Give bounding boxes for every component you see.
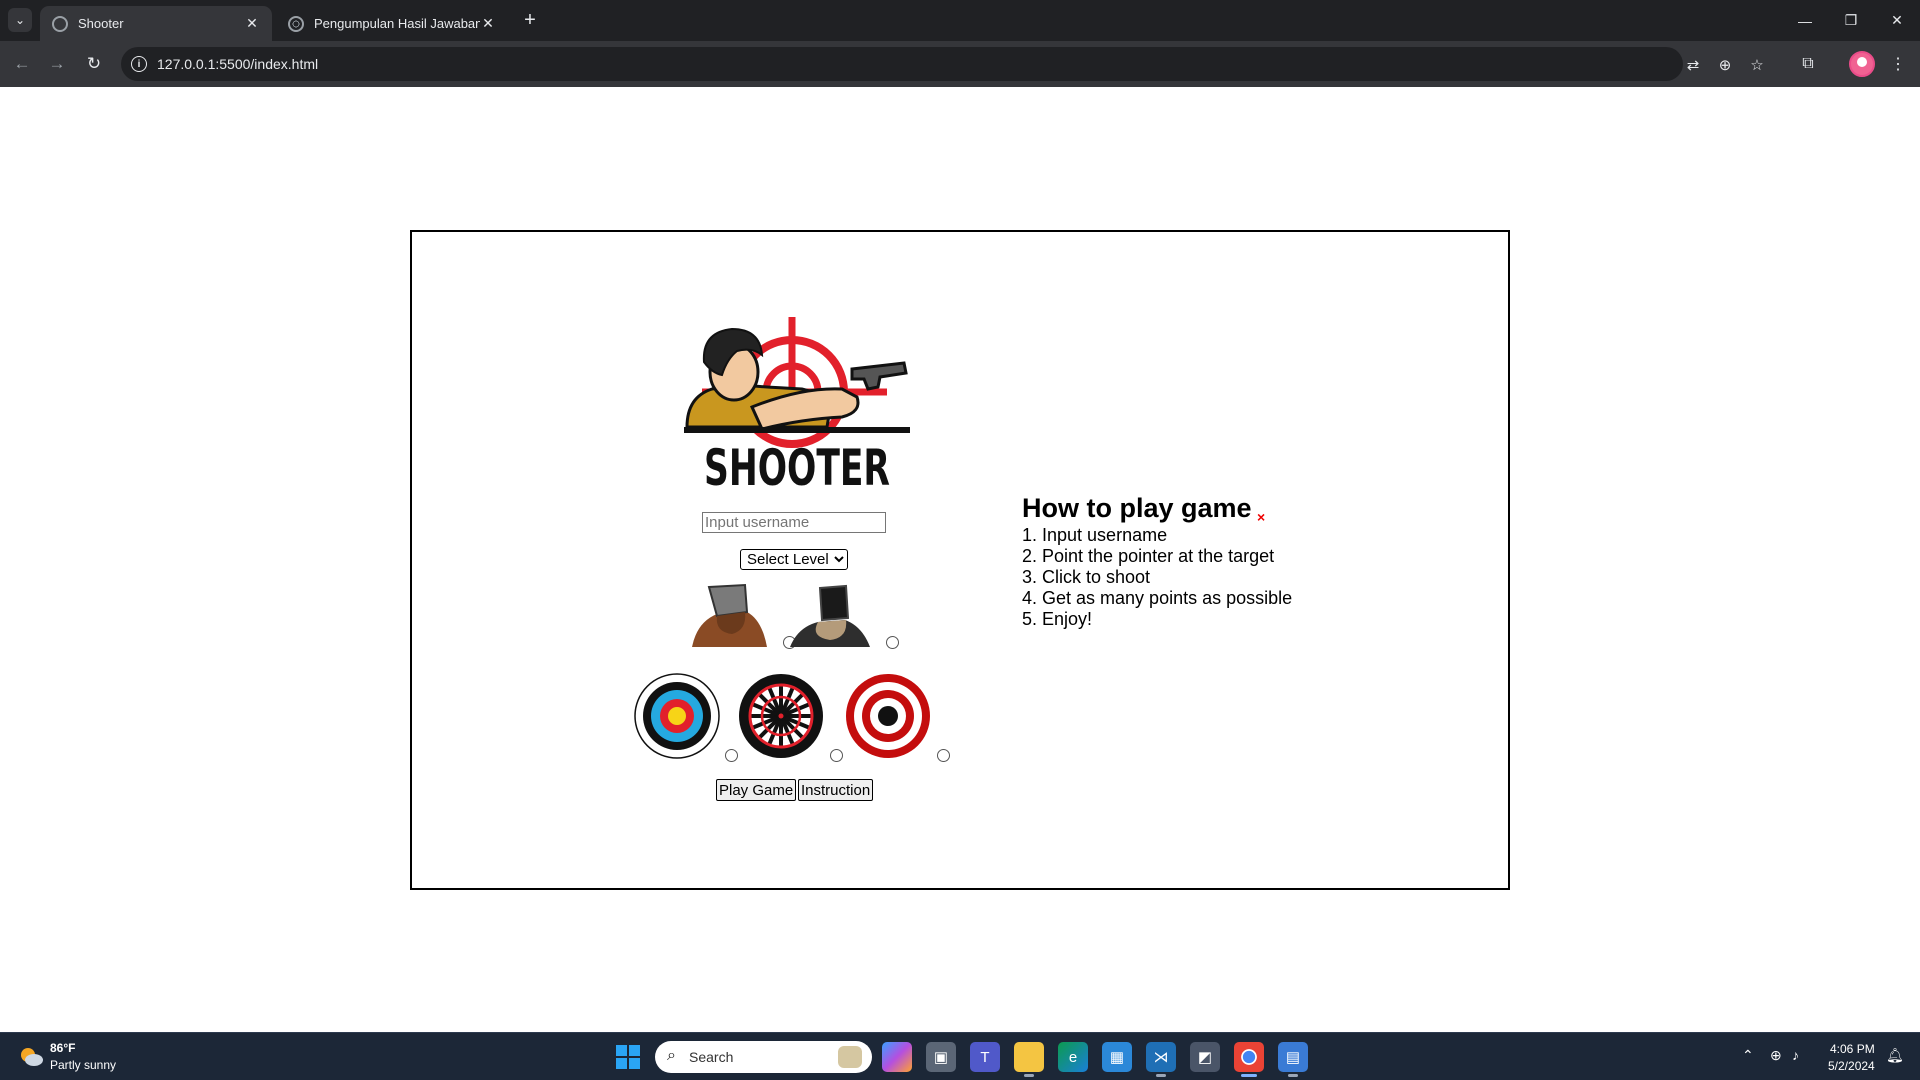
target-radio-2[interactable] bbox=[830, 749, 843, 762]
instruction-button[interactable]: Instruction bbox=[798, 779, 874, 801]
target-radio-1[interactable] bbox=[725, 749, 738, 762]
copilot-icon[interactable] bbox=[882, 1042, 912, 1072]
windows-taskbar: 86°F Partly sunny ⌕ Search ▣ T e ▦ ⋊ ◩ ▤… bbox=[0, 1032, 1920, 1080]
instructions-title: How to play game bbox=[1022, 493, 1252, 523]
instruction-step: 5. Enjoy! bbox=[1022, 609, 1093, 629]
clock-time[interactable]: 4:06 PM bbox=[1830, 1042, 1875, 1056]
weather-description[interactable]: Partly sunny bbox=[50, 1058, 116, 1072]
target-radio-3[interactable] bbox=[937, 749, 950, 762]
app-icon[interactable]: ◩ bbox=[1190, 1042, 1220, 1072]
tab-title: Shooter bbox=[78, 16, 124, 31]
close-instructions-icon[interactable]: × bbox=[1257, 509, 1265, 525]
tab-close-icon[interactable]: ✕ bbox=[480, 15, 496, 32]
tab-title: Pengumpulan Hasil Jawaban LK bbox=[314, 16, 480, 31]
chrome-icon[interactable] bbox=[1234, 1042, 1264, 1077]
tab-search-button[interactable]: ⌄ bbox=[8, 8, 32, 32]
logo-text: SHOOTER bbox=[704, 439, 890, 497]
translate-icon[interactable]: ⇄ bbox=[1683, 55, 1703, 75]
minimize-icon[interactable]: — bbox=[1782, 0, 1828, 41]
search-highlight-icon bbox=[838, 1046, 862, 1068]
play-game-button[interactable]: Play Game bbox=[716, 779, 797, 801]
game-container: SHOOTER Select Level bbox=[410, 230, 1510, 890]
browser-toolbar: ← → ↻ i 127.0.0.1:5500/index.html ⇄ ⊕ ☆ … bbox=[0, 41, 1920, 87]
instruction-step: 4. Get as many points as possible bbox=[1022, 588, 1293, 608]
globe-icon bbox=[288, 15, 304, 32]
target-archery-image[interactable] bbox=[634, 673, 720, 759]
bookmark-star-icon[interactable]: ☆ bbox=[1747, 55, 1767, 75]
instructions-panel: How to play game × 1. Input username 2. … bbox=[1022, 492, 1292, 630]
search-icon: ⌕ bbox=[667, 1047, 676, 1064]
new-tab-button[interactable]: + bbox=[518, 8, 542, 32]
taskbar-search[interactable]: ⌕ Search bbox=[655, 1041, 872, 1073]
search-placeholder: Search bbox=[689, 1049, 734, 1065]
teams-icon[interactable]: T bbox=[970, 1042, 1000, 1072]
tab-pengumpulan[interactable]: Pengumpulan Hasil Jawaban LK ✕ bbox=[276, 6, 508, 41]
close-window-icon[interactable]: ✕ bbox=[1874, 0, 1920, 41]
target-bullseye-image[interactable] bbox=[845, 673, 931, 759]
site-info-icon[interactable]: i bbox=[131, 56, 147, 72]
shooter-logo: SHOOTER bbox=[684, 317, 910, 497]
clock-date[interactable]: 5/2/2024 bbox=[1828, 1059, 1875, 1073]
reload-icon[interactable]: ↻ bbox=[80, 50, 108, 78]
weapon-pistol-black-image[interactable] bbox=[790, 582, 875, 647]
restore-icon[interactable]: ❐ bbox=[1828, 0, 1874, 41]
zoom-icon[interactable]: ⊕ bbox=[1715, 55, 1735, 75]
target-dartboard-image[interactable] bbox=[738, 673, 824, 759]
volume-icon[interactable]: ♪ bbox=[1792, 1047, 1799, 1063]
notepad-icon[interactable]: ▤ bbox=[1278, 1042, 1308, 1077]
tab-shooter[interactable]: Shooter ✕ bbox=[40, 6, 272, 41]
forward-icon[interactable]: → bbox=[43, 50, 71, 78]
instruction-step: 2. Point the pointer at the target bbox=[1022, 546, 1275, 566]
store-icon[interactable]: ▦ bbox=[1102, 1042, 1132, 1072]
back-icon[interactable]: ← bbox=[8, 50, 36, 78]
profile-avatar[interactable] bbox=[1849, 51, 1875, 77]
show-hidden-icons-icon[interactable]: ⌃ bbox=[1742, 1047, 1754, 1064]
file-explorer-icon[interactable] bbox=[1014, 1042, 1044, 1077]
extensions-icon[interactable]: ⧉ bbox=[1795, 51, 1821, 77]
instructions-list: 1. Input username 2. Point the pointer a… bbox=[1022, 525, 1292, 630]
address-bar[interactable]: i 127.0.0.1:5500/index.html ⇄ ⊕ ☆ bbox=[121, 47, 1764, 81]
vscode-icon[interactable]: ⋊ bbox=[1146, 1042, 1176, 1077]
tab-close-icon[interactable]: ✕ bbox=[244, 15, 260, 32]
weather-temperature[interactable]: 86°F bbox=[50, 1041, 75, 1055]
page-content: SHOOTER Select Level bbox=[0, 87, 1920, 1032]
partly-sunny-icon[interactable] bbox=[18, 1045, 44, 1067]
weapon-pistol-brown-image[interactable] bbox=[687, 582, 772, 647]
edge-icon[interactable]: e bbox=[1058, 1042, 1088, 1072]
url-text: 127.0.0.1:5500/index.html bbox=[157, 56, 319, 72]
browser-titlebar: ⌄ Shooter ✕ Pengumpulan Hasil Jawaban LK… bbox=[0, 0, 1920, 41]
browser-menu-icon[interactable]: ⋮ bbox=[1885, 51, 1911, 77]
username-input[interactable] bbox=[702, 512, 886, 533]
page-favicon-icon bbox=[52, 15, 68, 32]
instruction-step: 3. Click to shoot bbox=[1022, 567, 1151, 587]
task-view-icon[interactable]: ▣ bbox=[926, 1042, 956, 1072]
level-select[interactable]: Select Level bbox=[740, 549, 848, 570]
instruction-step: 1. Input username bbox=[1022, 525, 1168, 545]
network-icon[interactable]: ⊕ bbox=[1770, 1047, 1782, 1064]
notification-bell-icon[interactable]: 🔔︎ bbox=[1886, 1047, 1904, 1064]
weapon-radio-2[interactable] bbox=[886, 636, 899, 649]
windows-start-icon[interactable] bbox=[616, 1045, 640, 1069]
